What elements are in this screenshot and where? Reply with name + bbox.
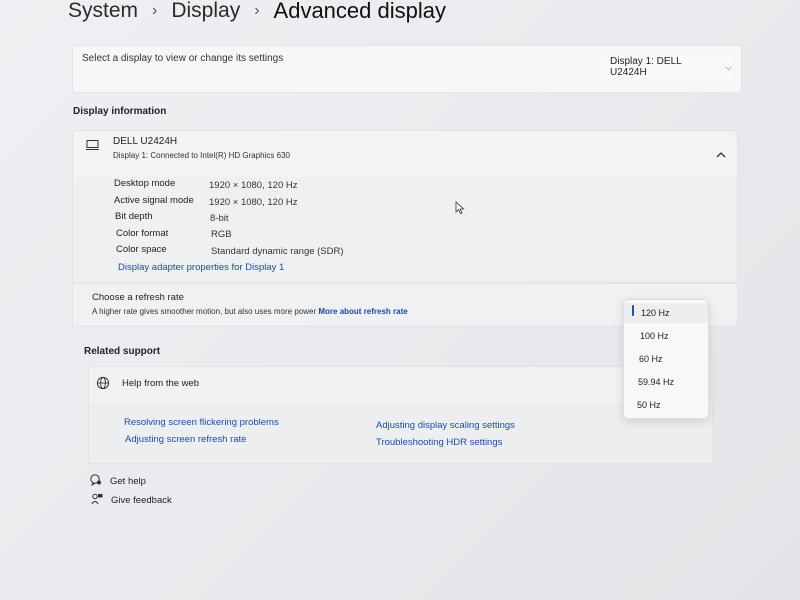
prop-value-color-space: Standard dynamic range (SDR) — [211, 246, 344, 257]
get-help-icon — [90, 474, 101, 486]
breadcrumb-system[interactable]: System — [68, 0, 138, 23]
refresh-option-100[interactable]: 100 Hz — [624, 326, 708, 346]
select-display-label: Select a display to view or change its s… — [82, 53, 284, 64]
support-link-scaling[interactable]: Adjusting display scaling settings — [376, 420, 515, 431]
mouse-pointer-icon — [455, 201, 465, 215]
chevron-up-icon[interactable] — [714, 150, 728, 160]
refresh-option-50[interactable]: 50 Hz — [624, 395, 708, 415]
refresh-option-60[interactable]: 60 Hz — [624, 349, 708, 369]
display-adapter-properties-link[interactable]: Display adapter properties for Display 1 — [118, 262, 284, 273]
prop-label-color-format: Color format — [116, 228, 169, 239]
support-link-flickering[interactable]: Resolving screen flickering problems — [124, 417, 279, 428]
chevron-right-icon: › — [254, 2, 260, 19]
selected-option-indicator — [632, 305, 634, 316]
chevron-right-icon: › — [152, 2, 158, 19]
give-feedback-link[interactable]: Give feedback — [111, 495, 172, 506]
refresh-rate-title: Choose a refresh rate — [92, 292, 184, 303]
refresh-rate-subtitle: A higher rate gives smoother motion, but… — [92, 307, 317, 316]
display-select-value: Display 1: DELL U2424H — [610, 56, 682, 78]
refresh-option-60-label: 60 Hz — [639, 354, 663, 364]
prop-label-desktop-mode: Desktop mode — [114, 178, 176, 189]
refresh-option-50-label: 50 Hz — [637, 400, 661, 410]
breadcrumb-display[interactable]: Display — [171, 0, 240, 23]
prop-value-color-format: RGB — [211, 229, 232, 240]
refresh-option-59-94-label: 59.94 Hz — [638, 377, 675, 387]
related-support-heading: Related support — [84, 346, 161, 357]
refresh-rate-dropdown: 120 Hz 100 Hz 60 Hz 59.94 Hz 50 Hz — [623, 299, 709, 419]
monitor-icon — [86, 140, 99, 150]
prop-label-color-space: Color space — [116, 244, 167, 255]
prop-value-desktop-mode: 1920 × 1080, 120 Hz — [209, 180, 298, 191]
prop-value-active-signal-mode: 1920 × 1080, 120 Hz — [209, 197, 298, 208]
refresh-option-100-label: 100 Hz — [640, 331, 669, 341]
more-about-refresh-rate-link[interactable]: More about refresh rate — [318, 307, 407, 316]
monitor-name: DELL U2424H — [113, 136, 178, 147]
refresh-option-120-label: 120 Hz — [641, 308, 670, 318]
display-information-heading: Display information — [73, 106, 167, 117]
refresh-option-120[interactable]: 120 Hz — [624, 303, 708, 323]
refresh-option-59-94[interactable]: 59.94 Hz — [624, 372, 708, 392]
support-link-hdr[interactable]: Troubleshooting HDR settings — [376, 437, 502, 448]
support-link-refresh-rate[interactable]: Adjusting screen refresh rate — [125, 434, 246, 445]
prop-label-bit-depth: Bit depth — [115, 211, 153, 222]
globe-icon — [96, 376, 110, 390]
feedback-icon — [91, 493, 103, 505]
prop-label-active-signal-mode: Active signal mode — [114, 195, 194, 206]
monitor-connection: Display 1: Connected to Intel(R) HD Grap… — [113, 151, 290, 160]
display-select-dropdown[interactable]: Display 1: DELL U2424H ⌵ — [602, 56, 732, 78]
page-title: Advanced display — [273, 0, 446, 23]
help-from-web-label: Help from the web — [122, 378, 200, 389]
chevron-down-icon: ⌵ — [725, 61, 732, 72]
get-help-link[interactable]: Get help — [110, 476, 146, 487]
refresh-rate-description: A higher rate gives smoother motion, but… — [92, 307, 408, 316]
breadcrumb: System › Display › Advanced display — [68, 0, 446, 26]
prop-value-bit-depth: 8-bit — [210, 213, 229, 224]
